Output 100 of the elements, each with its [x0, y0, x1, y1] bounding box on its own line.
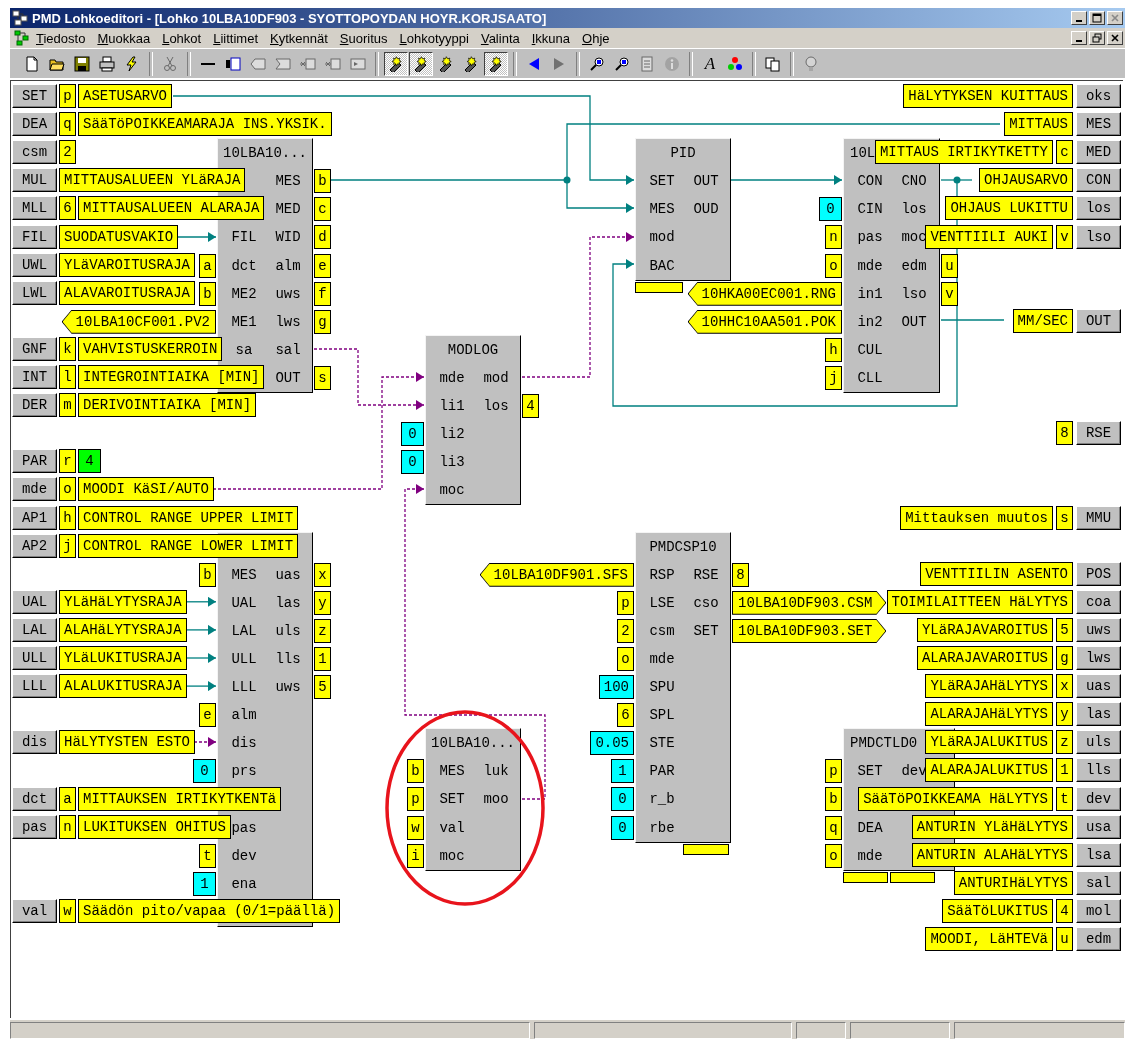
terminal-code[interactable]: oks — [1076, 84, 1121, 108]
maximize-button[interactable] — [1089, 11, 1105, 25]
menu-item[interactable]: Lohkot — [156, 30, 208, 46]
terminal-code[interactable]: lls — [1076, 758, 1121, 783]
terminal-code[interactable]: MUL — [12, 168, 57, 193]
menu-item[interactable]: Suoritus — [333, 30, 394, 46]
terminal-code[interactable]: GNF — [12, 336, 57, 361]
menu-item[interactable]: Valinta — [474, 30, 526, 46]
junction-dot — [953, 176, 961, 184]
terminal-code[interactable]: LWL — [12, 280, 57, 305]
terminal-code[interactable]: DER — [12, 393, 57, 418]
terminal-code[interactable]: DEA — [12, 112, 57, 137]
pin-label: sa — [234, 340, 254, 360]
terminal-label: YLäVAROITUSRAJA — [59, 252, 196, 277]
terminal-code[interactable]: RSE — [1076, 421, 1121, 446]
terminal-code[interactable]: edm — [1076, 927, 1121, 951]
terminal-code[interactable]: ULL — [12, 646, 57, 670]
terminal-label: ALARAJAHäLYTYS — [925, 702, 1053, 727]
pin-tag: l — [59, 365, 76, 389]
terminal-label: MITTAUS — [1004, 112, 1073, 137]
terminal-label: ASETUSARVO — [78, 84, 172, 108]
close-button[interactable] — [1107, 31, 1123, 45]
pin-label: pas — [230, 818, 258, 838]
font-button[interactable]: A — [698, 51, 722, 76]
minimize-button[interactable] — [1071, 11, 1087, 25]
terminal-code[interactable]: mde — [12, 477, 57, 502]
terminal-label: INTEGROINTIAIKA [MIN] — [78, 365, 265, 389]
pin-label: las — [274, 593, 302, 613]
terminal-code[interactable]: UWL — [12, 252, 57, 277]
terminal-label: ALAHäLYTYSRAJA — [59, 617, 187, 642]
menu-item[interactable]: Ikkuna — [525, 30, 577, 46]
menu-item[interactable]: Liittimet — [207, 30, 264, 46]
terminal-code[interactable]: AP2 — [12, 533, 57, 558]
terminal-code[interactable]: lsa — [1076, 842, 1121, 867]
pin-tag: y — [314, 590, 331, 615]
pin-label: MES — [648, 200, 676, 220]
terminal-label: Mittauksen muutos — [900, 505, 1053, 530]
restore-button[interactable] — [1089, 31, 1105, 45]
terminal-code[interactable]: dev — [1076, 786, 1121, 811]
menu-item[interactable]: Ohje — [576, 30, 616, 46]
terminal-code[interactable]: val — [12, 898, 57, 923]
terminal-code[interactable]: sal — [1076, 870, 1121, 895]
terminal-code[interactable]: coa — [1076, 589, 1121, 614]
pin-tag: i — [407, 843, 424, 868]
toolbar-button[interactable] — [384, 51, 408, 76]
constant-value: 0 — [193, 759, 216, 784]
terminal-code[interactable]: usa — [1076, 814, 1121, 839]
minimize-button[interactable] — [1071, 31, 1087, 45]
terminal-code[interactable]: dct — [12, 786, 57, 811]
menu-item[interactable]: Tiedosto — [30, 30, 92, 46]
constant-value: 4 — [78, 449, 101, 474]
pin-label: mde — [438, 369, 466, 388]
terminal-code[interactable]: uws — [1076, 617, 1121, 642]
pin-label: lws — [274, 312, 302, 332]
terminal-code[interactable]: las — [1076, 702, 1121, 727]
terminal-code[interactable]: mol — [1076, 898, 1121, 923]
terminal-code[interactable]: los — [1076, 196, 1121, 221]
pin-label: SPU — [648, 678, 676, 698]
terminal-code[interactable]: INT — [12, 365, 57, 389]
junction-dot — [563, 176, 571, 184]
terminal-code[interactable]: MES — [1076, 112, 1121, 137]
menu-item[interactable]: Lohkotyyppi — [393, 30, 475, 46]
terminal-code[interactable]: lso — [1076, 224, 1121, 249]
terminal-code[interactable]: FIL — [12, 224, 57, 249]
terminal-code[interactable]: MED — [1076, 140, 1121, 165]
toolbar-button[interactable] — [409, 51, 433, 76]
terminal-code[interactable]: CON — [1076, 168, 1121, 193]
terminal-code[interactable]: uls — [1076, 730, 1121, 755]
terminal-shape-icon — [275, 55, 291, 72]
terminal-code[interactable]: lws — [1076, 646, 1121, 670]
terminal-code[interactable]: dis — [12, 730, 57, 755]
terminal-code[interactable]: SET — [12, 84, 57, 108]
terminal-code[interactable]: AP1 — [12, 505, 57, 530]
menu-item[interactable]: Muokkaa — [91, 30, 157, 46]
close-button[interactable] — [1107, 11, 1123, 25]
line-icon — [201, 62, 215, 65]
connector-line — [186, 596, 217, 607]
terminal-code[interactable]: LLL — [12, 674, 57, 699]
terminal-code[interactable]: LAL — [12, 617, 57, 642]
terminal-label: ALARAJAVAROITUS — [916, 646, 1053, 670]
pin-label: CON — [856, 172, 884, 192]
pin-tag: n — [59, 814, 76, 839]
pin-label: moc — [900, 228, 928, 248]
toolbar-button[interactable] — [484, 51, 508, 76]
pin-tag: e — [314, 253, 331, 278]
terminal-code[interactable]: PAR — [12, 449, 57, 474]
terminal-code[interactable]: MMU — [1076, 505, 1121, 530]
pin-tag: f — [314, 281, 331, 306]
menu-item[interactable]: Kytkennät — [264, 30, 334, 46]
terminal-code[interactable]: UAL — [12, 589, 57, 614]
terminal-code[interactable]: uas — [1076, 674, 1121, 699]
terminal-code[interactable]: POS — [1076, 561, 1121, 586]
terminal-code[interactable]: OUT — [1076, 308, 1121, 333]
pin-label: in1 — [856, 284, 884, 304]
terminal-code[interactable]: MLL — [12, 196, 57, 221]
terminal-code[interactable]: csm — [12, 140, 57, 165]
terminal-label: YLäRAJAHäLYTYS — [925, 674, 1053, 699]
terminal-code[interactable]: pas — [12, 814, 57, 839]
new-file-icon — [24, 55, 40, 72]
pin-tag: 6 — [617, 703, 634, 728]
